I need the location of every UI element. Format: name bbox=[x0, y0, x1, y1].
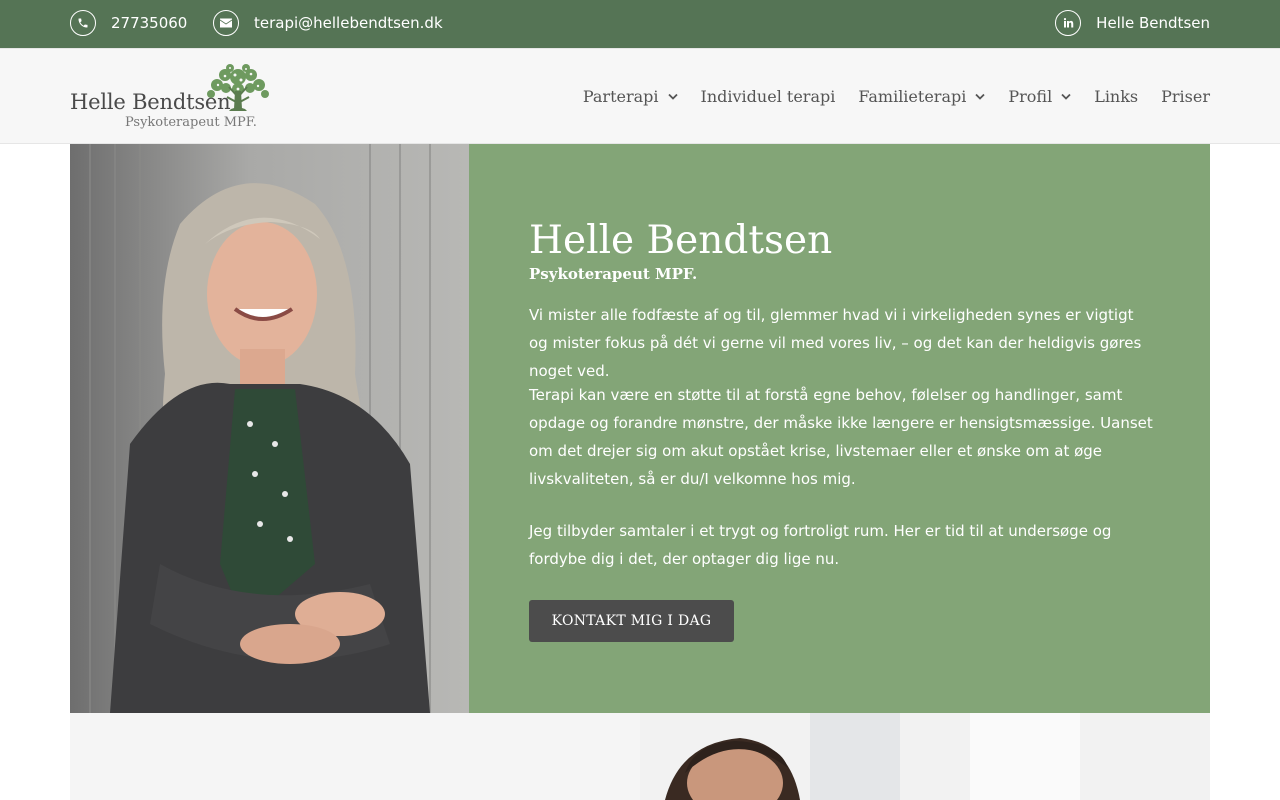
envelope-icon bbox=[213, 10, 239, 36]
nav-label: Familieterapi bbox=[858, 87, 967, 106]
hero-section: Helle Bendtsen Psykoterapeut MPF. Vi mis… bbox=[70, 144, 1210, 713]
chevron-down-icon bbox=[667, 93, 678, 100]
nav-item-priser[interactable]: Priser bbox=[1161, 87, 1210, 106]
site-header: Helle Bendtsen Psykoterapeut MPF. Parter… bbox=[0, 48, 1280, 144]
nav-label: Priser bbox=[1161, 87, 1210, 106]
main-nav: Parterapi Individuel terapi Familieterap… bbox=[583, 87, 1210, 106]
phone-icon bbox=[70, 10, 96, 36]
portrait-photo bbox=[70, 144, 469, 713]
nav-item-parterapi[interactable]: Parterapi bbox=[583, 87, 678, 106]
linkedin-label: Helle Bendtsen bbox=[1096, 14, 1210, 32]
linkedin-icon bbox=[1055, 10, 1082, 36]
phone-number: 27735060 bbox=[111, 14, 188, 32]
nav-item-familieterapi[interactable]: Familieterapi bbox=[858, 87, 985, 106]
nav-label: Individuel terapi bbox=[700, 87, 836, 106]
linkedin-link[interactable]: Helle Bendtsen bbox=[1055, 10, 1210, 36]
hero-paragraph: Vi mister alle fodfæste af og til, glemm… bbox=[529, 306, 1142, 380]
bottom-left-panel bbox=[70, 713, 640, 800]
hero-paragraph: Terapi kan være en støtte til at forstå … bbox=[529, 386, 1153, 488]
logo-subtitle: Psykoterapeut MPF. bbox=[125, 115, 257, 130]
nav-item-individuel-terapi[interactable]: Individuel terapi bbox=[701, 87, 836, 106]
hero-paragraph: Jeg tilbyder samtaler i et trygt og fort… bbox=[529, 522, 1112, 568]
nav-label: Links bbox=[1094, 87, 1139, 106]
chevron-down-icon bbox=[1061, 93, 1071, 100]
contact-button[interactable]: KONTAKT MIG I DAG bbox=[529, 600, 734, 642]
hero-subtitle: Psykoterapeut MPF. bbox=[529, 265, 698, 283]
chevron-down-icon bbox=[975, 93, 985, 100]
logo-name: Helle Bendtsen bbox=[70, 90, 231, 114]
site-logo[interactable]: Helle Bendtsen Psykoterapeut MPF. bbox=[70, 63, 275, 133]
nav-item-profil[interactable]: Profil bbox=[1008, 87, 1071, 106]
phone-link[interactable]: 27735060 bbox=[70, 10, 187, 36]
email-address: terapi@hellebendtsen.dk bbox=[254, 14, 443, 32]
top-bar: 27735060 terapi@hellebendtsen.dk Helle B… bbox=[0, 0, 1280, 48]
nav-label: Profil bbox=[1008, 87, 1053, 106]
hero-content-panel: Helle Bendtsen Psykoterapeut MPF. Vi mis… bbox=[469, 144, 1210, 713]
nav-item-links[interactable]: Links bbox=[1094, 87, 1138, 106]
bottom-photo bbox=[640, 713, 1210, 800]
nav-label: Parterapi bbox=[582, 87, 659, 106]
hero-title: Helle Bendtsen bbox=[529, 218, 833, 263]
email-link[interactable]: terapi@hellebendtsen.dk bbox=[213, 10, 443, 36]
